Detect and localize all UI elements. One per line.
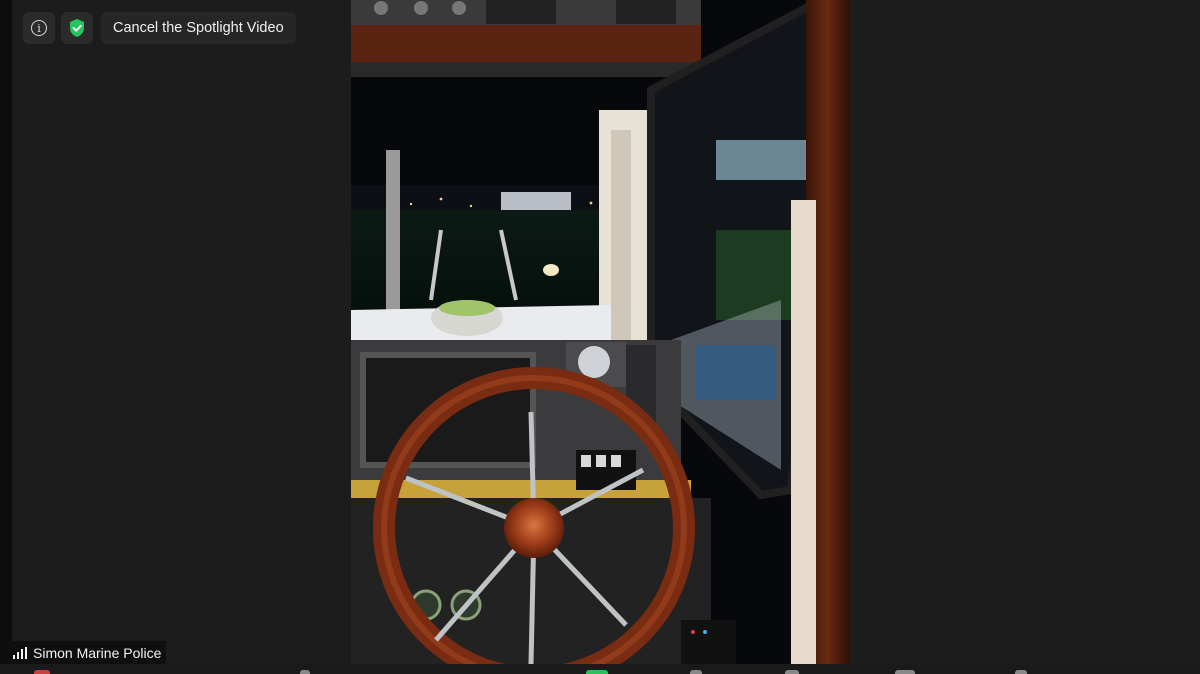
- mute-icon[interactable]: [34, 670, 50, 674]
- meeting-window: i Cancel the Spotlight Video Simon Marin…: [0, 0, 1200, 674]
- spotlight-video[interactable]: [351, 0, 849, 664]
- toolbar-icon[interactable]: [785, 670, 799, 674]
- participant-name-tag: Simon Marine Police: [8, 641, 167, 664]
- top-toolbar: i Cancel the Spotlight Video: [23, 12, 296, 44]
- share-screen-icon[interactable]: [586, 670, 608, 674]
- participant-name: Simon Marine Police: [33, 644, 162, 661]
- toolbar-icon[interactable]: [690, 670, 702, 674]
- shield-check-icon: [70, 19, 84, 37]
- meeting-info-button[interactable]: i: [23, 12, 55, 44]
- bottom-toolbar: [0, 664, 1200, 674]
- window-edge: [0, 0, 12, 674]
- toolbar-icon[interactable]: [1015, 670, 1027, 674]
- toolbar-icon[interactable]: [300, 670, 310, 674]
- info-icon: i: [31, 20, 47, 36]
- security-button[interactable]: [61, 12, 93, 44]
- video-frame-image: [351, 0, 849, 664]
- signal-bars-icon: [13, 646, 27, 659]
- cancel-spotlight-button[interactable]: Cancel the Spotlight Video: [101, 12, 296, 44]
- toolbar-icon[interactable]: [895, 670, 915, 674]
